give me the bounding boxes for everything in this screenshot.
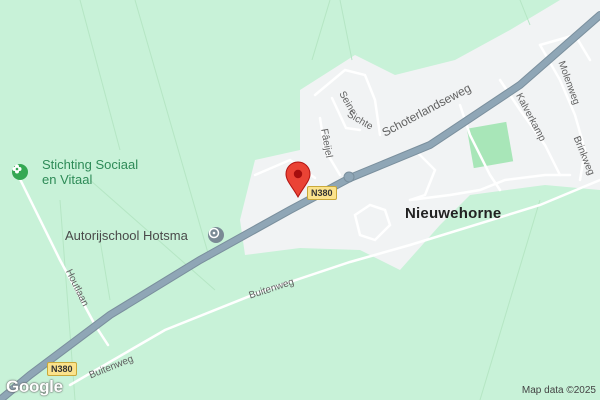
steering-wheel-icon bbox=[208, 227, 224, 243]
houtlaan-road bbox=[16, 173, 110, 347]
place-label-nieuwehorne[interactable]: Nieuwehorne bbox=[405, 206, 501, 221]
route-shield-n380-bottom: N380 bbox=[47, 362, 77, 376]
poi-stichting-line2: en Vitaal bbox=[42, 172, 93, 187]
google-logo[interactable]: Google bbox=[6, 377, 63, 397]
map-geometry bbox=[0, 0, 600, 400]
flower-icon bbox=[12, 164, 28, 180]
map-attribution[interactable]: Map data ©2025 bbox=[522, 385, 596, 396]
route-shield-n380-top: N380 bbox=[307, 186, 337, 200]
map-canvas[interactable]: Schoterlandseweg Buitenweg Buitenweg Hou… bbox=[0, 0, 600, 400]
poi-stichting-line1: Stichting Sociaal bbox=[42, 157, 139, 172]
poi-autorijschool-label: Autorijschool Hotsma bbox=[65, 228, 188, 243]
